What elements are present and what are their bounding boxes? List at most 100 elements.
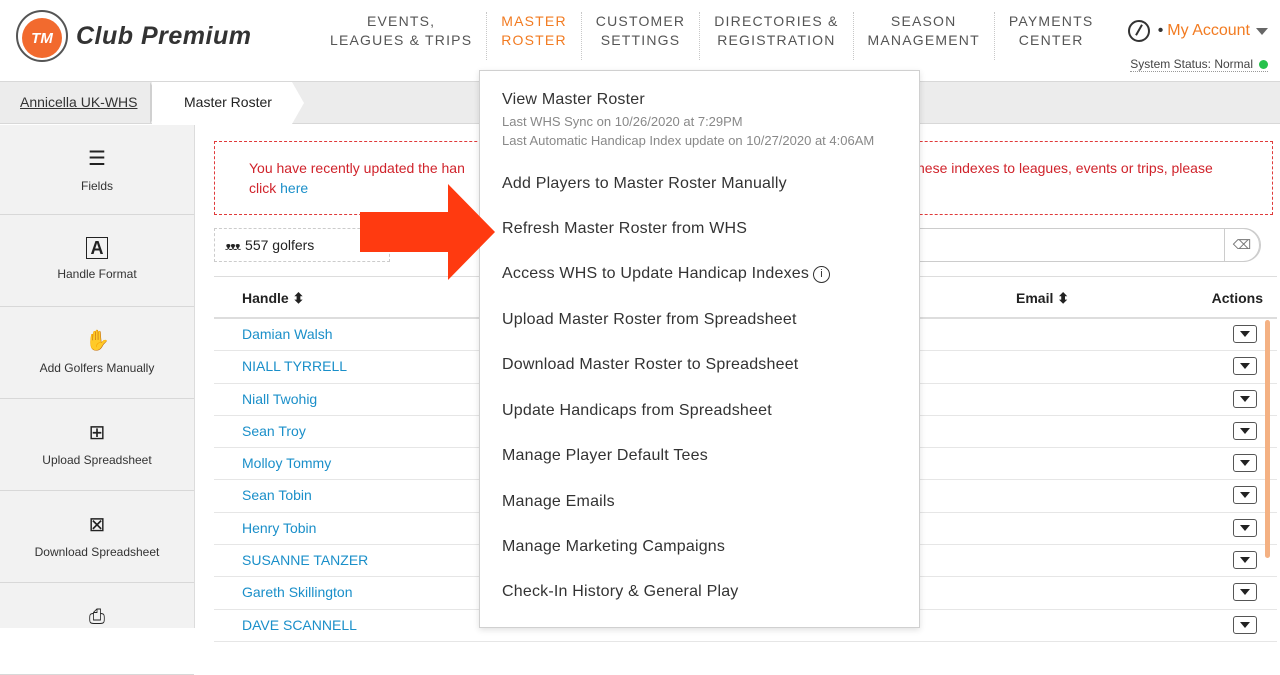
last-handicap-update-text: Last Automatic Handicap Index update on … <box>502 133 875 148</box>
nav-payments-line1: PAYMENTS <box>1008 13 1094 29</box>
nav-directories[interactable]: DIRECTORIES & REGISTRATION <box>700 12 854 60</box>
column-handle[interactable]: Handle ⬍ <box>242 290 304 307</box>
menu-item-marketing[interactable]: Manage Marketing Campaigns <box>502 538 725 556</box>
menu-item-access-whs[interactable]: Access WHS to Update Handicap Indexes i <box>502 265 831 283</box>
my-account-label[interactable]: My Account <box>1167 22 1250 40</box>
row-actions-dropdown[interactable] <box>1233 325 1257 343</box>
account-menu[interactable]: • My Account <box>1127 20 1268 42</box>
nav-customer-line2: SETTINGS <box>600 32 681 48</box>
alert-here-link[interactable]: here <box>280 180 308 196</box>
nav-events-line1: EVENTS, <box>366 13 436 29</box>
nav-season[interactable]: SEASON MANAGEMENT <box>854 12 995 60</box>
breadcrumb-current: Master Roster <box>184 94 272 110</box>
sidebar: ☰ Fields A Handle Format ✋ Add Golfers M… <box>0 125 195 675</box>
hand-icon: ✋ <box>85 330 110 352</box>
alert-text-left: You have recently updated the han <box>249 160 465 176</box>
golfer-count-text: 557 golfers <box>245 237 315 253</box>
golfer-name-link[interactable]: Damian Walsh <box>242 326 333 342</box>
column-actions: Actions <box>1211 290 1263 306</box>
column-email[interactable]: Email ⬍ <box>1016 290 1069 307</box>
golfer-name-link[interactable]: DAVE SCANNELL <box>242 617 357 633</box>
golfer-name-link[interactable]: Henry Tobin <box>242 520 316 536</box>
nav-customer-settings[interactable]: CUSTOMER SETTINGS <box>582 12 701 60</box>
golfer-name-link[interactable]: NIALL TYRRELL <box>242 358 347 374</box>
table-scrollbar[interactable] <box>1265 320 1270 558</box>
nav-directories-line1: DIRECTORIES & <box>714 13 839 29</box>
menu-item-add-players[interactable]: Add Players to Master Roster Manually <box>502 175 787 193</box>
download-icon: ⊠ <box>88 514 106 536</box>
search-input[interactable]: ⌫ <box>919 228 1261 262</box>
sidebar-item-handle-format[interactable]: A Handle Format <box>0 215 194 307</box>
golfer-name-link[interactable]: Sean Troy <box>242 423 306 439</box>
people-icon: ᴥᴥᴥ <box>225 241 241 253</box>
row-actions-dropdown[interactable] <box>1233 486 1257 505</box>
separator-dot: • <box>1157 22 1164 39</box>
nav-events-line2: LEAGUES & TRIPS <box>330 32 473 48</box>
menu-item-refresh-whs[interactable]: Refresh Master Roster from WHS <box>502 220 747 238</box>
nav-directories-line2: REGISTRATION <box>717 32 836 48</box>
logo[interactable]: TM Club Premium <box>16 10 251 62</box>
row-actions-dropdown[interactable] <box>1233 357 1257 376</box>
nav-customer-line1: CUSTOMER <box>595 13 686 29</box>
breadcrumb-club-link[interactable]: Annicella UK-WHS <box>20 94 137 110</box>
sidebar-item-upload[interactable]: ⊞ Upload Spreadsheet <box>0 399 194 491</box>
alert-text-right: hese indexes to leagues, events or trips… <box>917 160 1213 176</box>
menu-icon: ☰ <box>88 148 106 170</box>
sidebar-item-add-golfers[interactable]: ✋ Add Golfers Manually <box>0 307 194 399</box>
print-icon: ⎙ <box>89 606 105 628</box>
sidebar-item-download[interactable]: ⊠ Download Spreadsheet <box>0 491 194 583</box>
menu-item-checkin-history[interactable]: Check-In History & General Play <box>502 583 739 601</box>
golfer-name-link[interactable]: Niall Twohig <box>242 391 317 407</box>
info-icon[interactable]: i <box>813 266 831 283</box>
annotation-arrow-icon <box>360 184 495 280</box>
nav-season-line2: MANAGEMENT <box>867 32 980 48</box>
menu-item-update-handicaps[interactable]: Update Handicaps from Spreadsheet <box>502 402 772 420</box>
last-whs-sync-text: Last WHS Sync on 10/26/2020 at 7:29PM <box>502 114 743 129</box>
nav-roster-line1: MASTER <box>501 13 567 29</box>
brand-name: Club Premium <box>76 21 252 50</box>
format-icon: A <box>86 237 108 259</box>
row-actions-dropdown[interactable] <box>1233 389 1257 408</box>
menu-item-view-roster[interactable]: View Master Roster <box>502 91 645 109</box>
sidebar-item-label: Add Golfers Manually <box>39 361 155 375</box>
alert-line2: click <box>249 180 281 196</box>
row-actions-dropdown[interactable] <box>1233 615 1257 634</box>
upload-icon: ⊞ <box>88 422 106 444</box>
logo-badge: TM <box>16 10 68 62</box>
row-actions-dropdown[interactable] <box>1233 583 1257 602</box>
sidebar-item-label: Handle Format <box>57 267 137 281</box>
nav-season-line1: SEASON <box>890 13 957 29</box>
system-status-text: System Status: Normal <box>1130 57 1253 71</box>
main-nav: EVENTS, LEAGUES & TRIPS MASTER ROSTER CU… <box>316 12 1107 60</box>
sidebar-item-label: Upload Spreadsheet <box>42 453 152 467</box>
golfer-name-link[interactable]: SUSANNE TANZER <box>242 552 368 568</box>
golfer-name-link[interactable]: Sean Tobin <box>242 487 312 503</box>
status-dot-icon <box>1259 59 1268 69</box>
row-actions-dropdown[interactable] <box>1233 518 1257 537</box>
row-actions-dropdown[interactable] <box>1233 551 1257 570</box>
sidebar-item-fields[interactable]: ☰ Fields <box>0 125 194 215</box>
nav-events[interactable]: EVENTS, LEAGUES & TRIPS <box>316 12 488 60</box>
sidebar-item-print[interactable]: ⎙ <box>0 583 194 675</box>
chevron-down-icon[interactable] <box>1256 27 1268 35</box>
compass-icon[interactable] <box>1127 20 1150 42</box>
nav-payments-line2: CENTER <box>1018 32 1084 48</box>
eraser-icon[interactable]: ⌫ <box>1224 228 1260 262</box>
master-roster-dropdown: View Master Roster Last WHS Sync on 10/2… <box>479 70 920 628</box>
nav-master-roster[interactable]: MASTER ROSTER <box>487 12 582 60</box>
golfer-name-link[interactable]: Molloy Tommy <box>242 455 331 471</box>
golfer-name-link[interactable]: Gareth Skillington <box>242 584 353 600</box>
menu-item-access-whs-label: Access WHS to Update Handicap Indexes <box>502 265 810 282</box>
system-status: System Status: Normal <box>1130 57 1268 72</box>
sidebar-item-label: Fields <box>80 179 113 193</box>
menu-item-upload-roster[interactable]: Upload Master Roster from Spreadsheet <box>502 311 797 329</box>
row-actions-dropdown[interactable] <box>1233 454 1257 473</box>
menu-item-manage-emails[interactable]: Manage Emails <box>502 493 615 511</box>
nav-roster-line2: ROSTER <box>501 32 567 48</box>
logo-badge-text: TM <box>22 18 62 58</box>
menu-item-default-tees[interactable]: Manage Player Default Tees <box>502 447 708 465</box>
row-actions-dropdown[interactable] <box>1233 421 1257 440</box>
sidebar-item-label: Download Spreadsheet <box>34 545 160 559</box>
menu-item-download-roster[interactable]: Download Master Roster to Spreadsheet <box>502 356 798 374</box>
nav-payments[interactable]: PAYMENTS CENTER <box>995 12 1108 60</box>
